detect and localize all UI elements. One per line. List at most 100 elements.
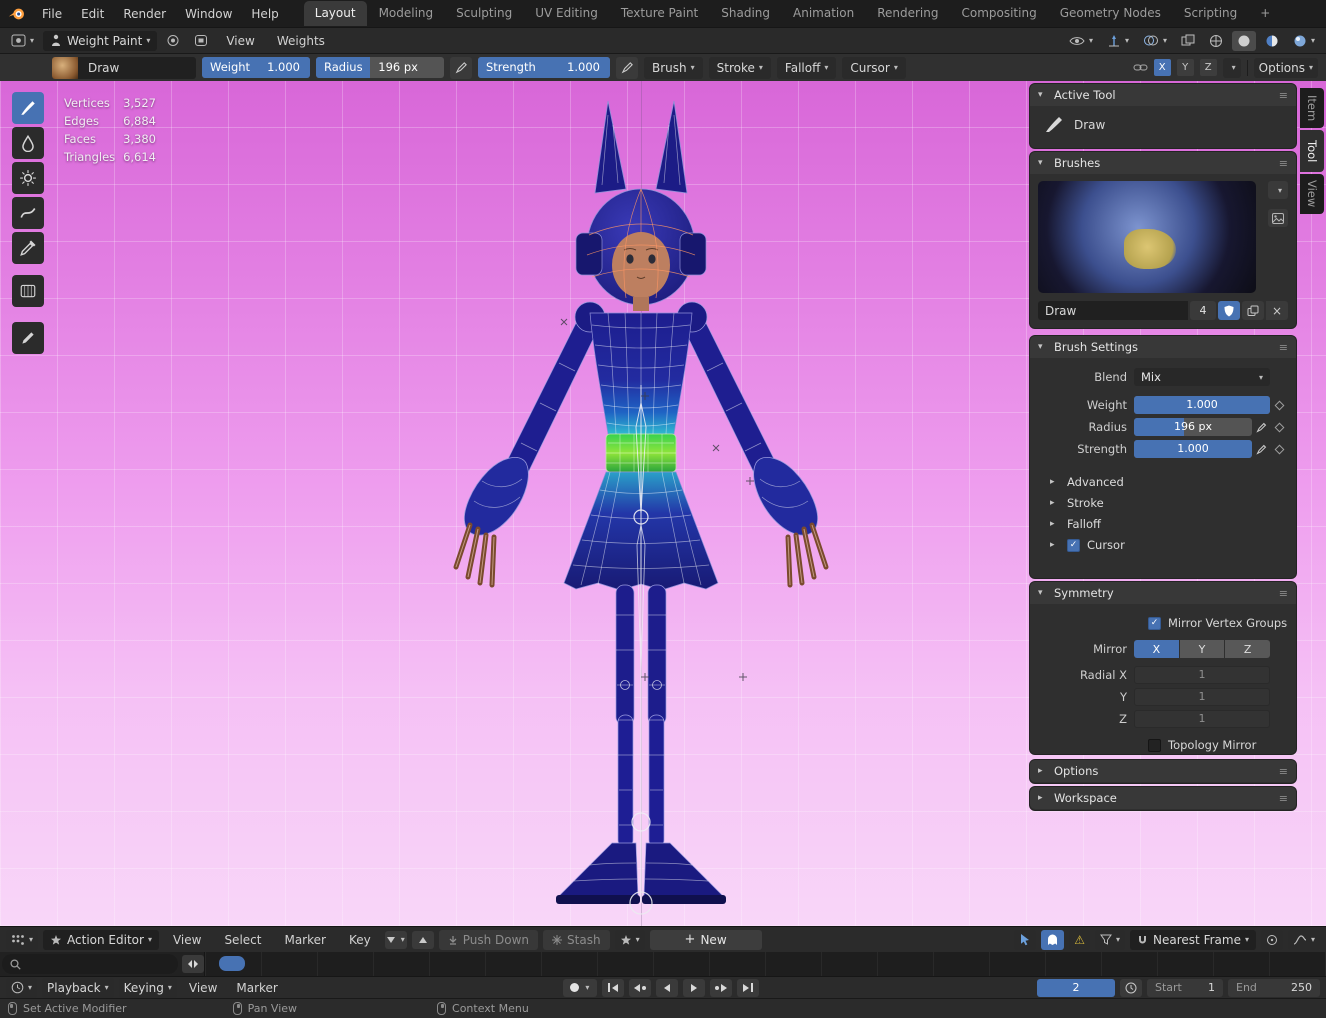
vertex-mask-toggle[interactable] (189, 31, 213, 51)
push-down-button[interactable]: Push Down (439, 930, 538, 950)
duplicate-brush-button[interactable] (1242, 301, 1264, 320)
section-cursor[interactable]: ▸ ✓ Cursor (1030, 533, 1296, 554)
jump-to-end-button[interactable] (737, 979, 759, 997)
shading-material-button[interactable] (1260, 31, 1284, 51)
channel-search[interactable] (2, 954, 178, 974)
editor-type-button[interactable]: ▾ (6, 930, 38, 950)
radius-slider[interactable]: Radius 196 px (316, 57, 444, 78)
strength-slider[interactable]: Strength 1.000 (478, 57, 610, 78)
editor-type-button[interactable]: ▾ (6, 31, 39, 51)
unlink-brush-button[interactable]: × (1266, 301, 1288, 320)
sidebar-tab-view[interactable]: View (1300, 174, 1324, 214)
workspace-tab-shading[interactable]: Shading (710, 1, 781, 26)
mirror-y-toggle[interactable]: Y (1177, 59, 1194, 76)
panel-brush-settings-header[interactable]: ▾ Brush Settings ≡ (1030, 336, 1296, 358)
blend-dropdown[interactable]: Mix ▾ (1134, 368, 1270, 386)
show-hidden-toggle[interactable] (1041, 930, 1064, 950)
workspace-tab-geometry-nodes[interactable]: Geometry Nodes (1049, 1, 1172, 26)
jump-to-start-button[interactable] (602, 979, 624, 997)
tool-sample-weight-button[interactable] (12, 232, 44, 264)
only-errors-toggle[interactable]: ⚠ (1069, 930, 1090, 950)
section-advanced[interactable]: ▸ Advanced (1030, 470, 1296, 491)
radius-slider-panel[interactable]: 196 px (1134, 418, 1252, 436)
workspace-tab-scripting[interactable]: Scripting (1173, 1, 1248, 26)
panel-menu-icon[interactable]: ≡ (1279, 157, 1288, 170)
move-channel-down-button[interactable]: ▾ (385, 931, 407, 949)
menu-marker[interactable]: Marker (229, 979, 284, 997)
radius-pressure-button[interactable] (1252, 422, 1270, 433)
prev-keyframe-button[interactable] (629, 979, 651, 997)
menu-select[interactable]: Select (215, 929, 270, 951)
workspace-tab-animation[interactable]: Animation (782, 1, 865, 26)
panel-brushes-header[interactable]: ▾ Brushes ≡ (1030, 152, 1296, 174)
play-button[interactable] (683, 979, 705, 997)
menu-marker[interactable]: Marker (275, 929, 334, 951)
active-brush-selector[interactable]: Draw (52, 57, 196, 79)
auto-key-button[interactable]: ▾ (563, 979, 597, 997)
move-channel-up-button[interactable] (412, 931, 434, 949)
stash-button[interactable]: Stash (543, 930, 610, 950)
fake-user-shield-toggle[interactable] (1218, 301, 1240, 320)
weight-slider[interactable]: Weight 1.000 (202, 57, 310, 78)
dopesheet-mode-selector[interactable]: Action Editor ▾ (43, 930, 159, 950)
brush-popover[interactable]: Brush▾ (644, 57, 703, 79)
falloff-popover[interactable]: Falloff▾ (777, 57, 836, 79)
only-selected-toggle[interactable] (1014, 930, 1036, 950)
workspace-tab-uv-editing[interactable]: UV Editing (524, 1, 609, 26)
dopesheet-channel-region[interactable] (0, 952, 1326, 976)
menu-weights[interactable]: Weights (268, 30, 334, 52)
shading-rendered-button[interactable]: ▾ (1288, 31, 1320, 51)
falloff-curve-dropdown[interactable]: ▾ (1288, 930, 1320, 950)
workspace-tab-sculpting[interactable]: Sculpting (445, 1, 523, 26)
playback-menu[interactable]: Playback▾ (42, 978, 114, 998)
menu-view[interactable]: View (182, 979, 224, 997)
play-reverse-button[interactable] (656, 979, 678, 997)
gizmo-dropdown[interactable]: ▾ (1102, 31, 1134, 51)
xray-toggle[interactable] (1176, 31, 1200, 51)
editor-type-button[interactable]: ▾ (6, 978, 37, 998)
mirror-x-toggle[interactable]: X (1154, 59, 1171, 76)
weight-slider-panel[interactable]: 1.000 (1134, 396, 1270, 414)
panel-options-header[interactable]: ▸ Options ≡ (1030, 760, 1296, 782)
overlays-dropdown[interactable]: ▾ (1138, 31, 1172, 51)
add-workspace-button[interactable]: + (1249, 1, 1281, 26)
brush-preview-image[interactable] (1038, 181, 1256, 293)
section-stroke[interactable]: ▸ Stroke (1030, 491, 1296, 512)
use-preview-range-button[interactable] (1120, 979, 1142, 997)
character-model[interactable] (430, 85, 850, 915)
tool-average-button[interactable] (12, 162, 44, 194)
section-falloff[interactable]: ▸ Falloff (1030, 512, 1296, 533)
menu-view[interactable]: View (164, 929, 210, 951)
animate-decorator-icon[interactable] (1270, 446, 1288, 453)
next-keyframe-button[interactable] (710, 979, 732, 997)
animate-decorator-icon[interactable] (1270, 402, 1288, 409)
workspace-tab-compositing[interactable]: Compositing (950, 1, 1047, 26)
panel-menu-icon[interactable]: ≡ (1279, 89, 1288, 102)
menu-file[interactable]: File (33, 3, 71, 25)
workspace-tab-layout[interactable]: Layout (304, 1, 367, 26)
brush-name-field[interactable]: Draw (1038, 301, 1188, 320)
mirror-z-toggle[interactable]: Z (1200, 59, 1217, 76)
new-action-button[interactable]: + New (650, 930, 762, 950)
options-popover[interactable]: Options ▾ (1254, 58, 1318, 78)
tool-draw-button[interactable] (12, 92, 44, 124)
workspace-tab-modeling[interactable]: Modeling (368, 1, 445, 26)
mirror-vertex-groups-checkbox[interactable]: ✓ (1148, 617, 1161, 630)
radius-pressure-button[interactable] (450, 57, 472, 79)
frame-end-field[interactable]: End 250 (1228, 979, 1320, 997)
menu-key[interactable]: Key (340, 929, 380, 951)
panel-active-tool-header[interactable]: ▾ Active Tool ≡ (1030, 84, 1296, 106)
workspace-tab-rendering[interactable]: Rendering (866, 1, 949, 26)
keying-menu[interactable]: Keying▾ (119, 978, 177, 998)
menu-render[interactable]: Render (114, 3, 175, 25)
radial-y-field[interactable]: 1 (1134, 688, 1270, 706)
sidebar-tab-item[interactable]: Item (1300, 88, 1324, 128)
strength-pressure-button[interactable] (1252, 444, 1270, 455)
menu-edit[interactable]: Edit (72, 3, 113, 25)
tool-smear-button[interactable] (12, 197, 44, 229)
strength-slider-panel[interactable]: 1.000 (1134, 440, 1252, 458)
panel-symmetry-header[interactable]: ▾ Symmetry ≡ (1030, 582, 1296, 604)
stroke-popover[interactable]: Stroke▾ (709, 57, 771, 79)
workspace-tab-texture-paint[interactable]: Texture Paint (610, 1, 709, 26)
current-frame-field[interactable]: 2 (1037, 979, 1115, 997)
